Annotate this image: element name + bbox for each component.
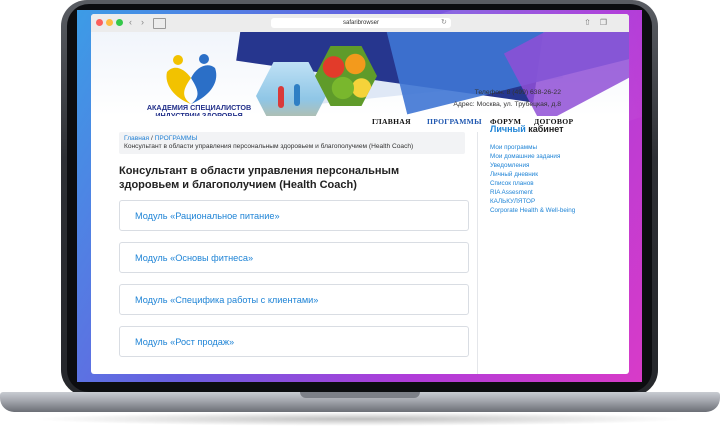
logo-text[interactable]: АКАДЕМИЯ СПЕЦИАЛИСТОВ ИНДУСТРИИ ЗДОРОВЬЯ	[139, 104, 259, 117]
close-window-button[interactable]	[96, 19, 103, 26]
module-client-work[interactable]: Модуль «Специфика работы с клиентами»	[119, 284, 469, 315]
browser-toolbar: ‹ › safaribrowser ↻ ⇧ ❐	[91, 14, 629, 33]
module-nutrition[interactable]: Модуль «Рациональное питание»	[119, 200, 469, 231]
sidebar-divider	[477, 132, 478, 374]
address-bar[interactable]: safaribrowser	[271, 18, 451, 28]
browser-window: ‹ › safaribrowser ↻ ⇧ ❐ АКАДЕМИЯ СПЕЦИАЛ…	[91, 14, 629, 374]
laptop-notch	[300, 392, 420, 398]
site-header: АКАДЕМИЯ СПЕЦИАЛИСТОВ ИНДУСТРИИ ЗДОРОВЬЯ…	[91, 32, 629, 116]
address-text: Адрес: Москва, ул. Трубецкая, д.8	[453, 101, 561, 108]
nav-item-programs[interactable]: ПРОГРАММЫ	[427, 117, 482, 126]
runner-figure-1	[278, 86, 284, 108]
contacts: Телефон: 8 (499) 638-26-22 Адрес: Москва…	[453, 87, 561, 111]
reload-icon[interactable]: ↻	[441, 18, 447, 28]
sidebar-link-calculator[interactable]: КАЛЬКУЛЯТОР	[490, 197, 620, 206]
personal-account-sidebar: Личный кабинет Мои программы Мои домашни…	[490, 123, 620, 215]
sidebar-link-homework[interactable]: Мои домашние задания	[490, 152, 620, 161]
forward-arrow-icon[interactable]: ›	[137, 17, 148, 28]
sidebar-title: Личный кабинет	[490, 123, 620, 135]
page-title: Консультант в области управления персона…	[119, 165, 400, 191]
nav-item-home[interactable]: ГЛАВНАЯ	[372, 117, 411, 126]
sidebar-title-rest: кабинет	[525, 124, 564, 134]
sidebar-link-corporate-health[interactable]: Corporate Health & Well-being	[490, 206, 620, 215]
breadcrumb-current: Консультант в области управления персона…	[124, 143, 414, 150]
runner-figure-2	[294, 84, 300, 106]
breadcrumb-home[interactable]: Главная	[124, 135, 149, 142]
tabs-icon[interactable]: ❐	[599, 18, 608, 27]
breadcrumb-programs[interactable]: ПРОГРАММЫ	[155, 135, 198, 142]
back-arrow-icon[interactable]: ‹	[125, 17, 136, 28]
logo-icon[interactable]	[164, 54, 218, 106]
sidebar-link-plans[interactable]: Список планов	[490, 179, 620, 188]
module-fitness[interactable]: Модуль «Основы фитнеса»	[119, 242, 469, 273]
sidebar-title-highlight: Личный	[490, 124, 526, 134]
phone-text: Телефон: 8 (499) 638-26-22	[474, 89, 561, 96]
module-sales-growth[interactable]: Модуль «Рост продаж»	[119, 326, 469, 357]
minimize-window-button[interactable]	[106, 19, 113, 26]
breadcrumb: Главная / ПРОГРАММЫ Консультант в област…	[119, 132, 465, 154]
sidebar-link-notifications[interactable]: Уведомления	[490, 161, 620, 170]
share-icon[interactable]: ⇧	[583, 18, 592, 27]
breadcrumb-separator: /	[150, 135, 153, 142]
sidebar-toggle-icon[interactable]	[153, 18, 166, 29]
sidebar-link-ria-assessment[interactable]: RIA Assesment	[490, 188, 620, 197]
laptop-shadow	[30, 412, 690, 426]
sidebar-link-my-programs[interactable]: Мои программы	[490, 143, 620, 152]
zoom-window-button[interactable]	[116, 19, 123, 26]
sidebar-link-diary[interactable]: Личный дневник	[490, 170, 620, 179]
